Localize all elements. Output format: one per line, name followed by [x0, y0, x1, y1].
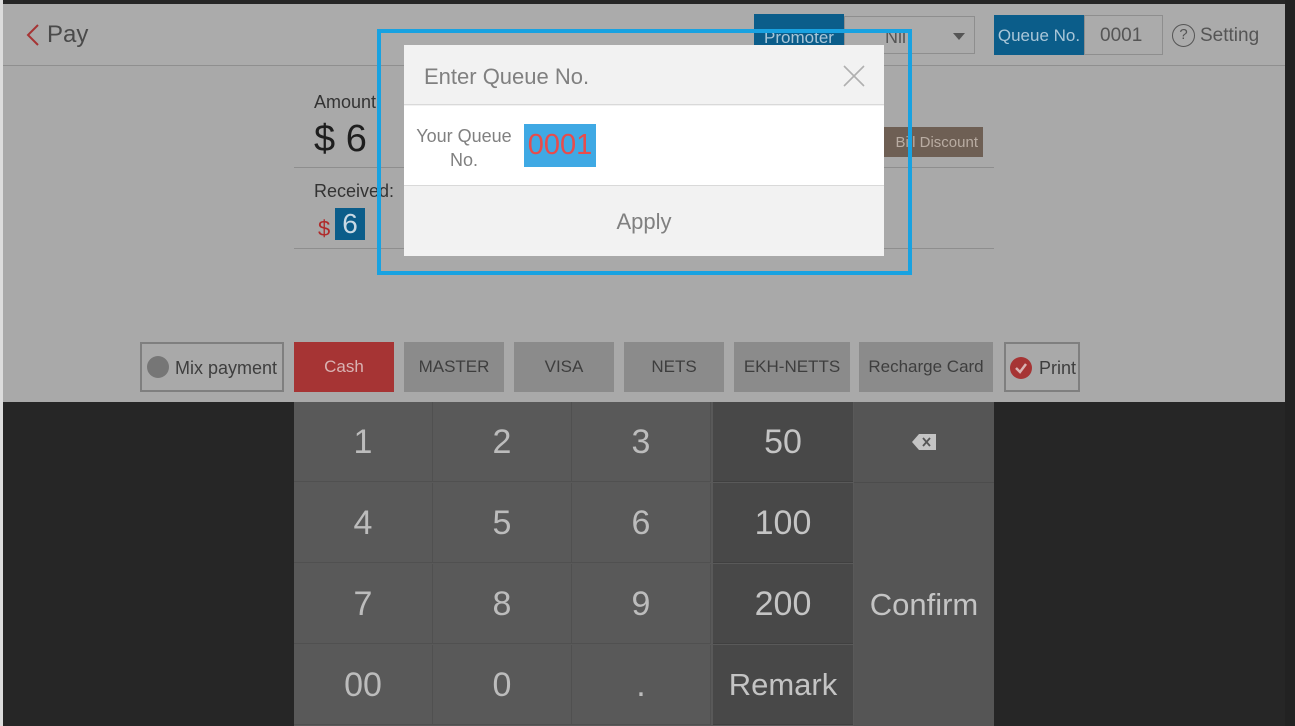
ekh-netts-button[interactable]: EKH-NETTS: [734, 342, 850, 392]
amount-label: Amount:: [314, 92, 382, 112]
cash-button[interactable]: Cash: [294, 342, 394, 392]
queue-field-label: Your Queue No.: [416, 126, 512, 170]
key-6[interactable]: 6: [572, 483, 711, 563]
print-toggle[interactable]: Print: [1004, 342, 1080, 392]
confirm-button[interactable]: Confirm: [854, 483, 994, 726]
key-00[interactable]: 00: [294, 645, 433, 725]
recharge-card-button[interactable]: Recharge Card: [859, 342, 993, 392]
apply-button[interactable]: Apply: [404, 187, 884, 256]
back-arrow-icon[interactable]: [21, 22, 47, 48]
setting-link[interactable]: Setting: [1200, 25, 1259, 47]
received-input[interactable]: 6: [335, 208, 365, 240]
dialog-header: Enter Queue No.: [404, 45, 884, 105]
amount-value: $ 6: [314, 118, 367, 160]
key-0[interactable]: 0: [433, 645, 572, 725]
right-edge: [1285, 0, 1295, 726]
visa-button[interactable]: VISA: [514, 342, 614, 392]
numeric-keypad: 1 2 3 4 5 6 7 8 9 00 0 . 50 100 200 Rema…: [294, 402, 994, 726]
key-decimal[interactable]: .: [572, 645, 711, 725]
key-7[interactable]: 7: [294, 564, 433, 644]
mix-payment-label: Mix payment: [175, 358, 278, 378]
nets-button[interactable]: NETS: [624, 342, 724, 392]
queue-number-input[interactable]: 0001: [524, 124, 596, 167]
close-icon[interactable]: [842, 64, 866, 88]
dialog-body: Your Queue No. 0001: [404, 106, 884, 186]
key-1[interactable]: 1: [294, 402, 433, 482]
quick-amount-200[interactable]: 200: [713, 564, 853, 644]
backspace-button[interactable]: [854, 402, 994, 483]
chevron-down-icon: [953, 33, 965, 40]
key-4[interactable]: 4: [294, 483, 433, 563]
dialog-title: Enter Queue No.: [424, 64, 590, 89]
remark-button[interactable]: Remark: [713, 645, 853, 725]
check-icon: [1010, 357, 1032, 379]
pay-screen: { "header": { "title": "Pay", "promoter_…: [0, 0, 1295, 726]
radio-icon: [147, 356, 169, 378]
key-8[interactable]: 8: [433, 564, 572, 644]
master-button[interactable]: MASTER: [404, 342, 504, 392]
backspace-icon: [912, 434, 936, 450]
queue-label: Queue No.: [994, 15, 1084, 55]
key-9[interactable]: 9: [572, 564, 711, 644]
quick-amount-50[interactable]: 50: [713, 402, 853, 482]
queue-number-dialog: Enter Queue No. Your Queue No. 0001 Appl…: [404, 45, 884, 256]
key-5[interactable]: 5: [433, 483, 572, 563]
page-title: Pay: [47, 21, 89, 48]
mix-payment-toggle[interactable]: Mix payment: [140, 342, 284, 392]
key-2[interactable]: 2: [433, 402, 572, 482]
help-icon[interactable]: ?: [1172, 24, 1195, 47]
print-label: Print: [1039, 358, 1077, 378]
received-currency: $: [318, 216, 331, 241]
key-3[interactable]: 3: [572, 402, 711, 482]
quick-amount-100[interactable]: 100: [713, 483, 853, 563]
queue-number-field[interactable]: 0001: [1084, 15, 1163, 55]
